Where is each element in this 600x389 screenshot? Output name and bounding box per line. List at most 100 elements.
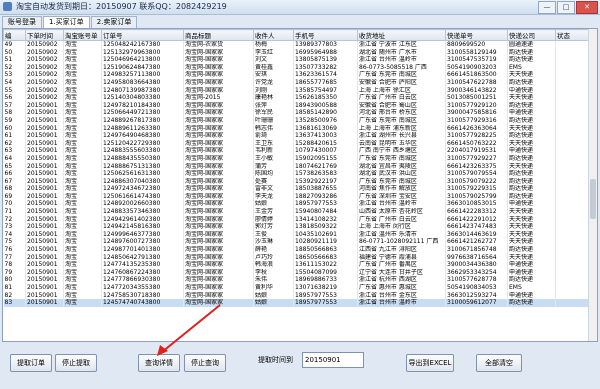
table-cell: 淘宝: [63, 78, 102, 87]
table-row[interactable]: 57 20150901 淘宝 124978210184380 淘宝网-国家家 张萍 1894…: [3, 101, 590, 110]
column-header[interactable]: 快递公司: [507, 29, 556, 41]
table-cell: 124897600727380: [101, 238, 184, 247]
column-header[interactable]: 状态: [555, 29, 590, 41]
table-row[interactable]: 68 20150901 淘宝 124972434672380 淘宝网-国家家 雷非文 185…: [3, 185, 590, 193]
close-button[interactable]: ✕: [576, 1, 598, 14]
table-row[interactable]: 76 20150901 淘宝 124987701401380 淘宝网-国家家 薛艳 1885…: [3, 246, 590, 254]
table-cell: 韵达快递: [507, 177, 556, 186]
table-row[interactable]: 60 20150901 淘宝 124889611263380 淘宝网-国家家 韩志伟 136…: [3, 124, 590, 133]
table-cell: 天天快递: [507, 162, 556, 171]
maximize-button[interactable]: □: [557, 1, 575, 14]
orders-grid[interactable]: 编下单时间 淘宝账号单 订单号 商品标题 收件人 手机号 收货地址 快递单号 快递公司 状态 49…: [2, 28, 598, 342]
table-row[interactable]: 62 20150901 淘宝 125120422729380 淘宝网-国家家 王卫东 152…: [3, 139, 590, 148]
table-cell: 韵达快递: [507, 101, 556, 110]
table-row[interactable]: 71 20150901 淘宝 124883357346380 淘宝网-国家家 王金芳 159…: [3, 208, 590, 216]
table-cell: 淘宝网-国家家: [183, 192, 254, 201]
clear-all-button[interactable]: 全部清空: [476, 354, 522, 372]
fetch-time-input[interactable]: 20150901: [302, 352, 364, 368]
table-row[interactable]: 53 20150902 淘宝 124983257113800 淘宝网-国家家 安琪 1362…: [3, 71, 590, 79]
column-header[interactable]: 下单时间: [25, 29, 64, 41]
table-cell: 李秋: [253, 268, 294, 277]
table-row[interactable]: 81 20150901 淘宝 124772034355380 淘宝网-国家家 黄利华 130…: [3, 284, 590, 292]
table-row[interactable]: 70 20150901 淘宝 124892002660380 淘宝网-国家家 姑娘 1895…: [3, 200, 590, 209]
table-cell: 薛艳: [253, 246, 294, 254]
column-header[interactable]: 手机号: [293, 29, 358, 41]
table-cell: 125140304803380: [101, 94, 184, 102]
table-row[interactable]: 55 20150902 淘宝 124807139987380 淘宝网-国家家 刘刚 1358…: [3, 86, 590, 95]
table-row[interactable]: 59 20150901 淘宝 124889267817380 淘宝网-国家家 叶珊珊 135…: [3, 116, 590, 125]
table-row[interactable]: 63 20150901 淘宝 124883555603380 淘宝网-国家家 韦利新 107…: [3, 147, 590, 155]
table-cell: 3100558129149: [445, 48, 508, 57]
table-cell: 20150901: [25, 162, 64, 171]
table-cell: 6661422291012: [445, 215, 508, 224]
table-row[interactable]: 74 20150901 淘宝 124999646377380 淘宝网-国家家 王俊 1043…: [3, 230, 590, 239]
fetch-orders-button[interactable]: 提取订单: [10, 354, 52, 372]
table-cell: 韵达快递: [507, 170, 556, 178]
column-header[interactable]: 商品标题: [183, 29, 254, 41]
table-cell: 125190624847380: [101, 63, 184, 72]
table-row[interactable]: 51 20150902 淘宝 125046964213800 淘宝网-国家家 刘文 1380…: [3, 56, 590, 64]
table-cell: 20150902: [25, 56, 64, 64]
table-cell: 浙江省 宁波市 江东区: [357, 40, 446, 49]
table-cell: 姑娘: [253, 200, 294, 209]
stop-fetch-button[interactable]: 停止提取: [55, 354, 97, 372]
table-row[interactable]: 73 20150901 淘宝 124942145816380 淘宝网-国家家 郭灯芳 138…: [3, 223, 590, 231]
table-cell: 申通快递: [507, 200, 556, 209]
table-row[interactable]: 77 20150901 淘宝 124850642791380 淘宝网-国家家 卢巧玲 186…: [3, 253, 590, 262]
table-cell: 卢巧玲: [253, 253, 294, 262]
table-row[interactable]: 61 20150901 淘宝 124976490468380 淘宝网-国家家 俞琦 1363…: [3, 132, 590, 140]
table-row[interactable]: 49 20150902 淘宝 125048242167380 淘宝网-农家货 杨梅 1398…: [3, 40, 590, 49]
table-cell: 125061661474380: [101, 192, 184, 201]
vertical-scrollbar[interactable]: [588, 29, 597, 341]
table-cell: 上海 上海市 浦东新区: [357, 124, 446, 133]
window-title: 淘宝自动发货到期日：20150907 联系QQ：2082429219: [16, 2, 227, 11]
column-header[interactable]: 编: [3, 29, 26, 41]
table-cell: 125066449721380: [101, 109, 184, 117]
stop-query-button[interactable]: 停止查询: [184, 354, 226, 372]
minimize-button[interactable]: —: [538, 1, 556, 14]
table-cell: 3100577929316: [445, 116, 508, 125]
table-row[interactable]: 83 20150901 淘宝 124574740743800 淘宝网-国家家 姑娘 1895…: [3, 299, 590, 307]
table-cell: 淘宝: [63, 63, 102, 72]
column-header[interactable]: 收件人: [253, 29, 294, 41]
table-row[interactable]: 65 20150901 淘宝 124888675131380 淘宝网-国家家 蒲芳 1807…: [3, 162, 590, 171]
table-cell: 124758530718380: [101, 291, 184, 300]
table-cell: 韵达快递: [507, 276, 556, 284]
table-cell: 124772034355380: [101, 284, 184, 292]
table-row[interactable]: 78 20150901 淘宝 124774135235380 淘宝网-国家家 韩海浪 136…: [3, 261, 590, 269]
table-cell: 49: [3, 40, 26, 49]
scrollbar-thumb[interactable]: [590, 179, 596, 219]
query-details-button[interactable]: 查询详情: [138, 354, 180, 372]
table-row[interactable]: 64 20150901 淘宝 124888435550380 淘宝网-国家家 王小敏 159…: [3, 154, 590, 163]
table-row[interactable]: 69 20150901 淘宝 125061661474380 淘宝网-国家家 李天龙 188…: [3, 192, 590, 201]
export-excel-button[interactable]: 导出到EXCEL: [406, 354, 454, 372]
tab-seller-orders[interactable]: 2.卖家订单: [90, 16, 138, 28]
table-row[interactable]: 82 20150901 淘宝 124758530718380 淘宝网-国家家 姑娘 1895…: [3, 291, 590, 300]
table-row[interactable]: 58 20150901 淘宝 125066449721380 淘宝网-国家家 徐军民 185…: [3, 109, 590, 117]
table-cell: [555, 185, 590, 193]
table-cell: 天天快递: [507, 94, 556, 102]
tab-account-login[interactable]: 账号登录: [2, 16, 42, 28]
table-row[interactable]: 56 20150902 淘宝 125140304803380 淘宝网-2015 康艳林 15…: [3, 94, 590, 102]
column-header[interactable]: 淘宝账号单: [63, 29, 102, 41]
column-header[interactable]: 快递单号: [445, 29, 508, 41]
table-row[interactable]: 54 20150902 淘宝 124958083664380 淘宝网-国家家 许党龙 186…: [3, 78, 590, 87]
table-row[interactable]: 72 20150901 淘宝 124942961402380 淘宝网-国家家 廖倩婷 134…: [3, 215, 590, 224]
table-cell: 124999646377380: [101, 230, 184, 239]
table-row[interactable]: 66 20150901 淘宝 125062561631380 淘宝网-国家家 陈国均 157…: [3, 170, 590, 178]
column-header[interactable]: 收货地址: [357, 29, 446, 41]
table-row[interactable]: 52 20150902 淘宝 125190624847380 淘宝网-国家家 黄桂鑫 135…: [3, 63, 590, 72]
table-cell: 韵达快递: [507, 154, 556, 163]
table-row[interactable]: 50 20150902 淘宝 125132979963800 淘宝网-国家家 李玉红 169…: [3, 48, 590, 57]
table-row[interactable]: 67 20150901 淘宝 124886307040380 淘宝网-国家家 处赛 1539…: [3, 177, 590, 186]
column-header[interactable]: 订单号: [101, 29, 184, 41]
table-row[interactable]: 79 20150901 淘宝 124760867224380 淘宝网-国家家 李秋 1550…: [3, 268, 590, 277]
table-cell: 65: [3, 162, 26, 171]
table-cell: 20150901: [25, 200, 64, 209]
table-row[interactable]: 75 20150901 淘宝 124897600727380 淘宝网-国家家 沙玉琳 102…: [3, 238, 590, 247]
table-cell: 18957977553: [293, 291, 358, 300]
table-row[interactable]: 80 20150901 淘宝 124777866930380 淘宝网-国家家 朱伟 1896…: [3, 276, 590, 284]
orders-table: 编下单时间 淘宝账号单 订单号 商品标题 收件人 手机号 收货地址 快递单号 快递公司 状态 49…: [3, 29, 590, 307]
table-cell: 江西省 九江市 浔阳区: [357, 246, 446, 254]
table-cell: [555, 230, 590, 239]
